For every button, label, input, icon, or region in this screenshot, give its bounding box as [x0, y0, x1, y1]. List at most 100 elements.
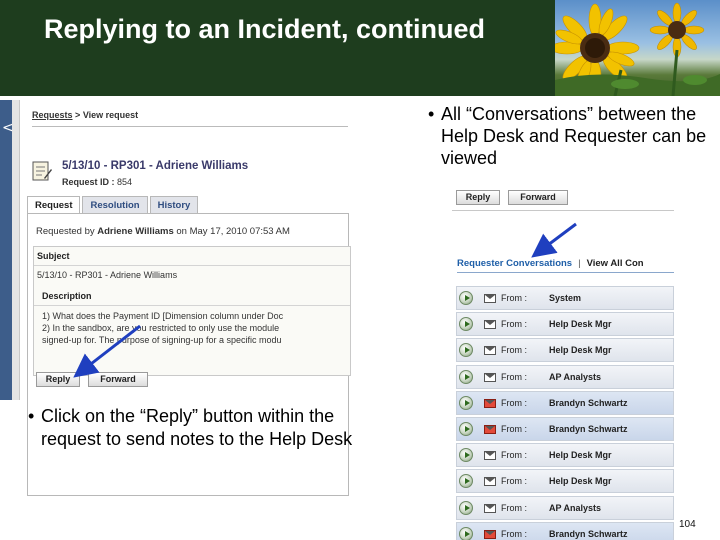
request-id-label: Request ID : — [62, 177, 115, 187]
reply-button[interactable]: Reply — [36, 372, 80, 387]
row-sender: AP Analysts — [549, 371, 602, 382]
row-sender: Help Desk Mgr — [549, 319, 612, 330]
expand-play-icon[interactable] — [459, 317, 473, 332]
conversations-screenshot: Reply Forward Requester Conversations | Vi… — [452, 186, 674, 540]
mail-icon — [484, 294, 496, 303]
divider — [32, 126, 348, 127]
conversation-row[interactable]: From : AP Analysts — [456, 364, 674, 389]
request-id-value: 854 — [117, 177, 133, 187]
row-from-label: From : — [501, 424, 527, 434]
conversations-title: Requester Conversations — [457, 258, 573, 269]
divider — [34, 305, 350, 306]
request-tabs: Request Resolution History — [27, 196, 200, 214]
row-from-label: From : — [501, 293, 527, 303]
slide-title: Replying to an Incident, continued — [44, 14, 486, 44]
mail-icon — [484, 346, 496, 356]
view-all-link[interactable]: View All Con — [587, 258, 644, 269]
description-line: signed-up for. The purpose of signing-up… — [42, 335, 282, 345]
forward-button[interactable]: Forward — [508, 190, 568, 205]
breadcrumb-separator: > — [75, 110, 81, 120]
row-from-label: From : — [501, 450, 527, 461]
collapse-rail[interactable]: < — [0, 100, 14, 400]
expand-play-icon[interactable] — [459, 369, 473, 384]
title-bar: Replying to an Incident, continued — [0, 0, 720, 96]
expand-play-icon[interactable] — [459, 448, 473, 463]
expand-play-icon[interactable] — [459, 422, 473, 436]
divider — [452, 210, 674, 211]
breadcrumb-current: View request — [82, 110, 139, 120]
bullet-marker: • — [428, 104, 435, 124]
expand-play-icon[interactable] — [459, 500, 473, 515]
divider — [457, 272, 674, 273]
row-from-label: From : — [501, 319, 527, 330]
conversation-row[interactable]: From : Brandyn Schwartz — [456, 417, 674, 441]
description-line: 2) In the sandbox, are you restricted to… — [42, 323, 280, 333]
requested-by-line: Requested by Adriene Williams on May 17,… — [36, 226, 290, 237]
row-sender: Help Desk Mgr — [549, 476, 612, 487]
conversation-row[interactable]: From : Help Desk Mgr — [456, 312, 674, 337]
row-sender: Brandyn Schwartz — [549, 528, 628, 539]
conversations-header: Requester Conversations | View All Con — [457, 258, 644, 269]
subject-label: Subject — [37, 251, 70, 261]
expand-play-icon[interactable] — [459, 291, 473, 305]
row-sender: Help Desk Mgr — [549, 345, 612, 356]
urgent-mail-icon — [484, 398, 496, 408]
mail-icon — [484, 372, 496, 382]
tab-resolution[interactable]: Resolution — [82, 196, 148, 214]
mail-icon — [484, 503, 496, 513]
tab-request[interactable]: Request — [27, 196, 81, 214]
row-sender: Brandyn Schwartz — [549, 424, 628, 434]
request-view-screenshot: < Requests > View request 5/13/10 - RP30… — [0, 100, 352, 496]
mail-icon — [484, 477, 496, 487]
row-sender: System — [549, 293, 582, 303]
requester-name: Adriene Williams — [97, 226, 174, 237]
description-label: Description — [42, 291, 92, 301]
mail-icon — [484, 320, 496, 330]
tab-history[interactable]: History — [149, 196, 199, 214]
conversation-row[interactable]: From : Brandyn Schwartz — [456, 521, 674, 540]
vertical-scrollbar[interactable] — [12, 100, 20, 400]
forward-button[interactable]: Forward — [88, 372, 148, 387]
bullet-conversations: • All “Conversations” between the Help D… — [428, 103, 713, 169]
page-number: 104 — [679, 519, 696, 530]
requested-by-prefix: Requested by — [36, 226, 95, 237]
breadcrumb-requests-link[interactable]: Requests — [32, 110, 73, 120]
bullet-marker: • — [28, 406, 35, 426]
request-notepad-icon — [32, 161, 52, 181]
bullet-conversations-text: All “Conversations” between the Help Des… — [441, 104, 707, 168]
breadcrumb: Requests > View request — [32, 110, 138, 120]
row-sender: AP Analysts — [549, 502, 602, 513]
expand-play-icon[interactable] — [459, 526, 473, 540]
requested-date: on May 17, 2010 07:53 AM — [176, 226, 290, 237]
urgent-mail-icon — [484, 425, 496, 434]
expand-play-icon[interactable] — [459, 343, 473, 358]
row-from-label: From : — [501, 528, 527, 539]
expand-play-icon[interactable] — [459, 395, 473, 410]
expand-play-icon[interactable] — [459, 474, 473, 489]
row-from-label: From : — [501, 476, 527, 487]
mail-icon — [484, 451, 496, 461]
row-sender: Help Desk Mgr — [549, 450, 612, 461]
row-from-label: From : — [501, 371, 527, 382]
request-title: 5/13/10 - RP301 - Adriene Williams — [62, 160, 249, 172]
conversation-row[interactable]: From : AP Analysts — [456, 495, 674, 520]
row-sender: Brandyn Schwartz — [549, 397, 628, 408]
conversation-row[interactable]: From : System — [456, 286, 674, 310]
conversation-row[interactable]: From : Help Desk Mgr — [456, 338, 674, 363]
conversation-row[interactable]: From : Help Desk Mgr — [456, 443, 674, 468]
row-from-label: From : — [501, 345, 527, 356]
divider — [34, 265, 350, 266]
conversation-row[interactable]: From : Brandyn Schwartz — [456, 390, 674, 415]
row-from-label: From : — [501, 502, 527, 513]
subject-value: 5/13/10 - RP301 - Adriene Williams — [37, 270, 178, 280]
reply-button[interactable]: Reply — [456, 190, 500, 205]
header-separator: | — [578, 258, 581, 269]
conversation-row[interactable]: From : Help Desk Mgr — [456, 469, 674, 494]
request-id: Request ID : 854 — [62, 177, 132, 187]
row-from-label: From : — [501, 397, 527, 408]
sunflower-photo — [555, 0, 720, 96]
bullet-reply: • Click on the “Reply” button within the… — [28, 405, 358, 451]
request-tab-panel: Requested by Adriene Williams on May 17,… — [27, 213, 351, 496]
bullet-reply-text: Click on the “Reply” button within the r… — [41, 406, 353, 449]
request-details: Subject 5/13/10 - RP301 - Adriene Willia… — [33, 246, 351, 376]
